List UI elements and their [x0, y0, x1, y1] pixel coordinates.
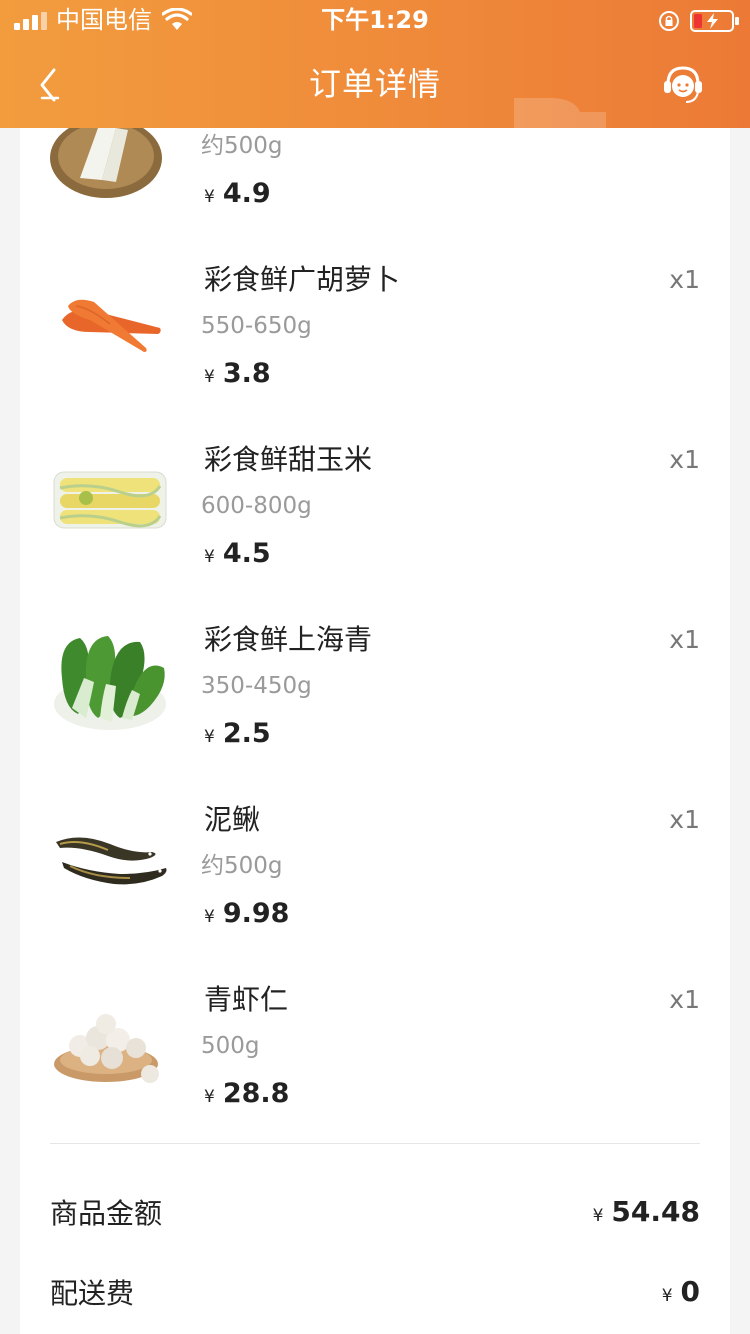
- product-image-corn: [53, 471, 167, 529]
- product-price: ¥4.9: [204, 174, 271, 217]
- page-title: 订单详情: [308, 65, 441, 103]
- goods-amount-number: 54.48: [611, 1195, 700, 1228]
- product-name: 泥鳅: [204, 803, 261, 836]
- product-price: ¥3.8: [204, 354, 271, 397]
- product-item[interactable]: 泥鳅 约500g ¥9.98 x1: [20, 778, 730, 958]
- product-image-bok-choy: [54, 636, 166, 730]
- product-price-value: 28.8: [222, 1078, 290, 1109]
- goods-amount-label: 商品金额: [50, 1197, 163, 1230]
- product-price-value: 3.8: [222, 358, 271, 389]
- delivery-fee-row: 配送费 ¥0: [50, 1268, 700, 1318]
- delivery-fee-number: 0: [680, 1275, 700, 1308]
- product-price-value: 4.9: [222, 178, 271, 209]
- product-spec: 约500g: [201, 133, 283, 159]
- status-time: 下午1:29: [321, 6, 429, 34]
- divider: [50, 1143, 700, 1144]
- rotation-lock-icon: [659, 11, 679, 31]
- product-spec: 550-650g: [201, 313, 312, 339]
- delivery-fee-label: 配送费: [50, 1277, 135, 1310]
- header-bar: 中国电信 下午1:29 订单详情: [0, 0, 750, 128]
- product-item[interactable]: 彩食鲜上海青 350-450g ¥2.5 x1: [20, 598, 730, 778]
- product-image-carrot: [62, 299, 161, 352]
- currency-symbol: ¥: [592, 1206, 604, 1226]
- product-item[interactable]: 彩食鲜甜玉米 600-800g ¥4.5 x1: [20, 418, 730, 598]
- product-price-value: 2.5: [222, 718, 271, 749]
- product-image-shrimp: [54, 1014, 159, 1083]
- product-spec: 350-450g: [201, 673, 312, 699]
- product-quantity: x1: [669, 265, 700, 294]
- product-price-value: 9.98: [222, 898, 290, 929]
- product-name: 彩食鲜上海青: [204, 623, 373, 656]
- product-price: ¥28.8: [204, 1074, 289, 1117]
- currency-symbol: ¥: [204, 1087, 215, 1107]
- status-bar: 中国电信 下午1:29: [0, 0, 750, 40]
- product-spec: 500g: [201, 1033, 260, 1059]
- header-watermark-icon: [514, 98, 606, 128]
- currency-symbol: ¥: [204, 187, 215, 207]
- currency-symbol: ¥: [204, 547, 215, 567]
- currency-symbol: ¥: [204, 727, 215, 747]
- product-quantity: x1: [669, 445, 700, 474]
- product-item[interactable]: 彩食鲜广胡萝卜 550-650g ¥3.8 x1: [20, 238, 730, 418]
- delivery-fee-value: ¥0: [662, 1272, 700, 1316]
- product-quantity: x1: [669, 625, 700, 654]
- product-image-loach: [56, 837, 167, 885]
- goods-amount-value: ¥54.48: [593, 1192, 700, 1236]
- order-items-card: 约500g ¥4.9 彩食鲜广胡萝卜 550-650g ¥3.8 x1 彩食鲜甜…: [20, 118, 730, 1334]
- currency-symbol: ¥: [204, 367, 215, 387]
- currency-symbol: ¥: [204, 907, 215, 927]
- product-name: 青虾仁: [204, 983, 289, 1016]
- product-price-value: 4.5: [222, 538, 271, 569]
- goods-amount-row: 商品金额 ¥54.48: [50, 1188, 700, 1238]
- product-name: 彩食鲜甜玉米: [204, 443, 373, 476]
- battery-icon: [690, 10, 739, 32]
- product-name: 彩食鲜广胡萝卜: [204, 263, 401, 296]
- customer-service-icon[interactable]: [660, 62, 706, 108]
- currency-symbol: ¥: [661, 1286, 673, 1306]
- product-quantity: x1: [669, 805, 700, 834]
- product-quantity: x1: [669, 985, 700, 1014]
- product-price: ¥4.5: [204, 534, 271, 577]
- product-price: ¥9.98: [204, 894, 289, 937]
- product-spec: 约500g: [201, 853, 283, 879]
- product-item[interactable]: 青虾仁 500g ¥28.8 x1: [20, 958, 730, 1138]
- product-spec: 600-800g: [201, 493, 312, 519]
- product-price: ¥2.5: [204, 714, 271, 757]
